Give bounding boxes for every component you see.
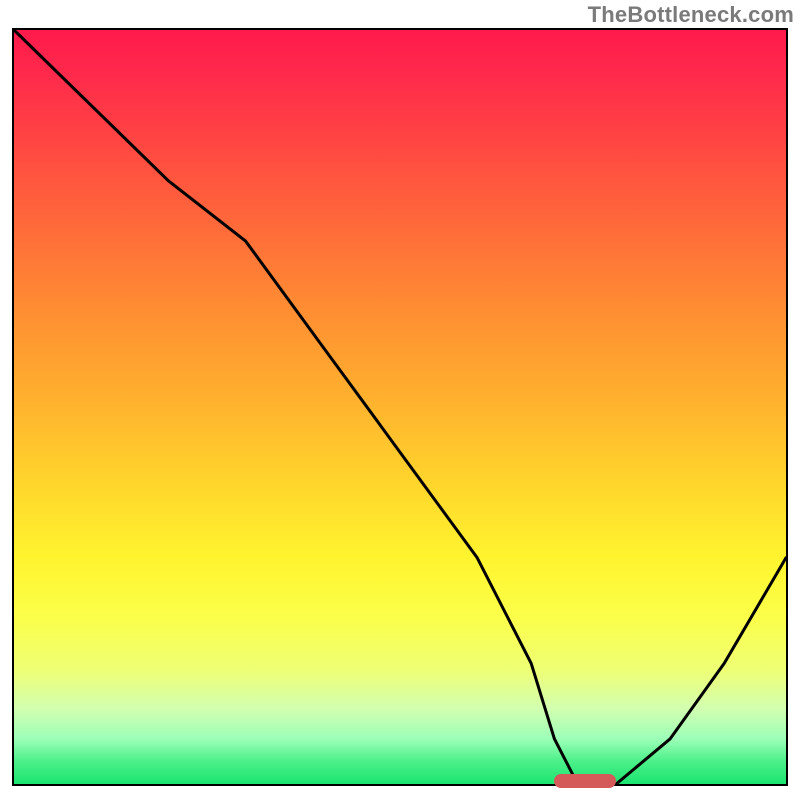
chart-plot-area xyxy=(12,28,788,786)
line-curve xyxy=(14,30,786,784)
watermark-text: TheBottleneck.com xyxy=(588,2,794,28)
highlight-marker xyxy=(554,774,616,788)
chart-line-series xyxy=(14,30,786,784)
